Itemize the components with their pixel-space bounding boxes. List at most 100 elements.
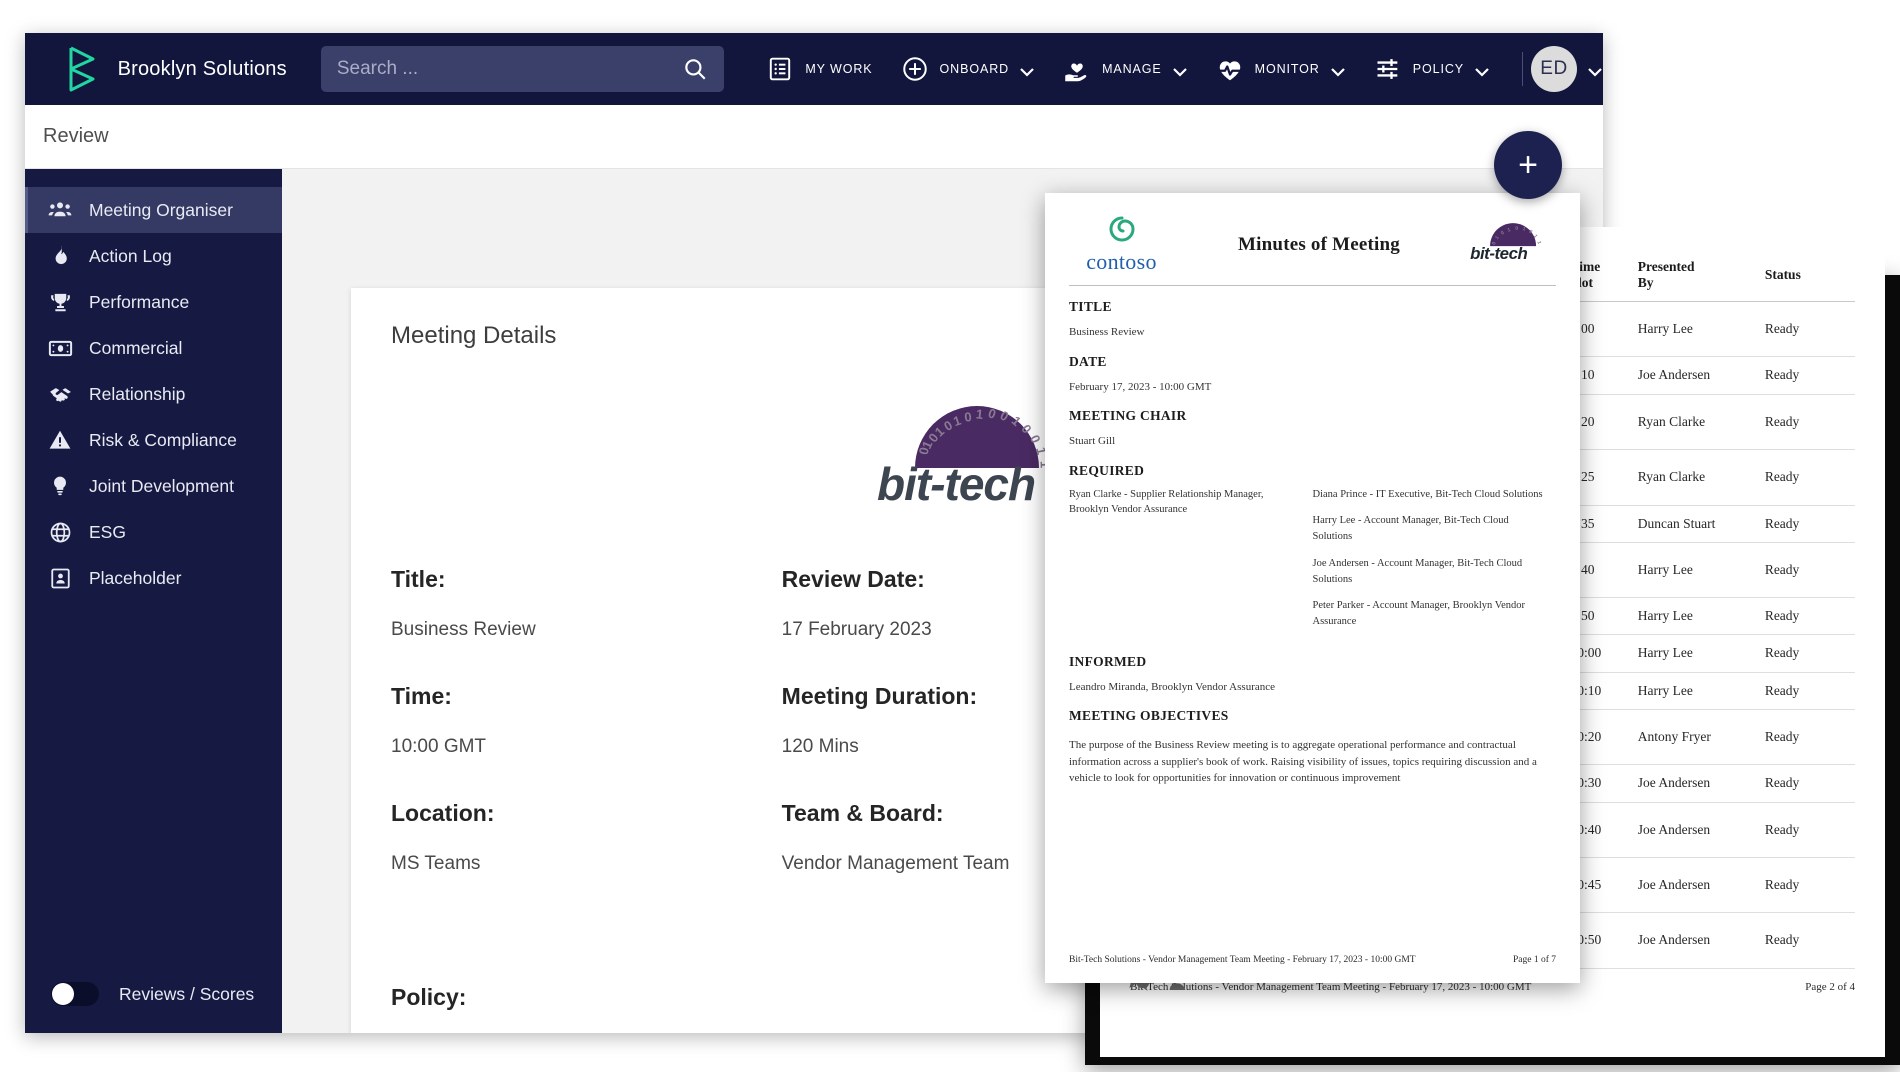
chevron-down-icon[interactable]	[1474, 64, 1490, 77]
cell-presented-by: Ryan Clarke	[1630, 449, 1758, 506]
cell-presented-by: Harry Lee	[1630, 634, 1758, 673]
contoso-logo: contoso	[1069, 215, 1174, 275]
cell-presented-by: Harry Lee	[1630, 672, 1758, 710]
cell-status: Ready	[1757, 449, 1855, 506]
reviews-scores-toggle-row: Reviews / Scores	[25, 955, 282, 1033]
add-button[interactable]: +	[1494, 131, 1562, 199]
footer-right: Page 1 of 7	[1512, 955, 1556, 965]
toggle-knob	[52, 983, 74, 1005]
nav-item-manage[interactable]: MANAGE	[1061, 53, 1188, 85]
sidebar-item-joint-development[interactable]: Joint Development	[25, 463, 282, 509]
field-value: 10:00 GMT	[391, 736, 487, 757]
trophy-icon	[47, 289, 73, 315]
section-heading-objectives: MEETING OBJECTIVES	[1069, 708, 1229, 724]
svg-text:0: 0	[1027, 433, 1044, 446]
toggle-label: Reviews / Scores	[119, 983, 255, 1004]
nav-label: ONBOARD	[939, 62, 1010, 76]
column-header-presented-by: Presented By	[1630, 253, 1758, 302]
nav-item-policy[interactable]: POLICY	[1372, 53, 1490, 85]
cell-status: Ready	[1757, 505, 1855, 543]
brooklyn-logo-icon[interactable]	[65, 46, 102, 92]
cell-status: Ready	[1757, 394, 1855, 451]
contoso-wordmark: contoso	[1086, 249, 1157, 274]
contact-card-icon	[47, 565, 73, 591]
avatar[interactable]: ED	[1531, 46, 1577, 92]
sidebar-item-label: ESG	[89, 521, 126, 542]
cell-presented-by: Harry Lee	[1630, 597, 1758, 636]
handshake-icon	[47, 381, 73, 407]
contoso-swirl-icon	[1109, 216, 1135, 242]
user-menu[interactable]: ED	[1531, 46, 1603, 92]
svg-text:1: 1	[1535, 240, 1542, 245]
section-body-title: Business Review	[1069, 326, 1145, 338]
field-value: MS Teams	[391, 853, 481, 874]
required-person: Ryan Clarke - Supplier Relationship Mana…	[1069, 488, 1264, 516]
nav-item-my-work[interactable]: MY WORK	[764, 53, 872, 85]
sidebar-item-label: Action Log	[89, 245, 172, 266]
chevron-down-icon[interactable]	[1587, 64, 1603, 77]
sidebar-item-action-log[interactable]: Action Log	[25, 233, 282, 279]
sidebar-item-meeting-organiser[interactable]: Meeting Organiser	[25, 187, 282, 233]
chevron-down-icon[interactable]	[1019, 64, 1035, 77]
nav-item-onboard[interactable]: ONBOARD	[899, 53, 1036, 85]
chevron-down-icon[interactable]	[1330, 64, 1346, 77]
section-body-date: February 17, 2023 - 10:00 GMT	[1069, 380, 1212, 393]
field-label: Time:	[391, 683, 452, 709]
sidebar-item-label: Commercial	[89, 337, 183, 358]
cell-status: Ready	[1757, 542, 1855, 599]
field-label: Policy:	[391, 984, 467, 1010]
cell-presented-by: Joe Andersen	[1630, 764, 1758, 803]
field-label: Title:	[391, 566, 446, 592]
sidebar-item-performance[interactable]: Performance	[25, 279, 282, 325]
warning-triangle-icon	[47, 427, 73, 453]
sidebar-item-relationship[interactable]: Relationship	[25, 371, 282, 417]
footer-left: Bit-Tech Solutions - Vendor Management T…	[1069, 955, 1416, 965]
sidebar-item-risk-compliance[interactable]: Risk & Compliance	[25, 417, 282, 463]
heart-pulse-icon	[1214, 53, 1246, 85]
sidebar-item-commercial[interactable]: Commercial	[25, 325, 282, 371]
required-person: Peter Parker - Account Manager, Brooklyn…	[1312, 600, 1526, 627]
breadcrumb[interactable]: Review	[43, 125, 109, 148]
cell-status: Ready	[1757, 634, 1855, 673]
svg-text:bit-tech: bit-tech	[1470, 244, 1527, 263]
minutes-document: contoso Minutes of Meeting 0 1 0 1 0 1 0…	[1045, 193, 1580, 983]
breadcrumb-bar: Review	[25, 105, 1603, 169]
minutes-document-footer: Bit-Tech Solutions - Vendor Management T…	[1069, 955, 1556, 965]
cell-status: Ready	[1757, 356, 1855, 395]
reviews-scores-toggle[interactable]	[51, 982, 99, 1006]
cell-status: Ready	[1757, 672, 1855, 710]
cell-presented-by: Duncan Stuart	[1630, 505, 1758, 543]
required-person: Diana Prince - IT Executive, Bit-Tech Cl…	[1312, 488, 1543, 500]
sidebar-item-esg[interactable]: ESG	[25, 509, 282, 555]
header-line-1: Presented	[1637, 259, 1695, 274]
nav-label: POLICY	[1412, 62, 1464, 76]
column-header-status: Status	[1757, 253, 1855, 302]
search-icon[interactable]	[682, 56, 708, 82]
sidebar-item-placeholder[interactable]: Placeholder	[25, 555, 282, 601]
sidebar-item-label: Performance	[89, 291, 190, 312]
nav-item-monitor[interactable]: MONITOR	[1214, 53, 1346, 85]
cell-presented-by: Joe Andersen	[1630, 912, 1758, 969]
minutes-title: Minutes of Meeting	[1238, 234, 1400, 255]
people-icon	[47, 197, 73, 223]
cell-presented-by: Joe Andersen	[1630, 857, 1758, 914]
nav-menu: MY WORK ONBOARD MANAGE MONITOR POLICY ED	[764, 46, 1603, 92]
screen-root: Brooklyn Solutions Search ... MY WORK ON…	[0, 0, 1900, 1072]
sliders-icon	[1372, 53, 1404, 85]
svg-text:0: 0	[1515, 225, 1518, 231]
flame-icon	[47, 243, 73, 269]
cell-presented-by: Harry Lee	[1630, 542, 1758, 599]
section-heading-meeting-chair: MEETING CHAIR	[1069, 408, 1187, 423]
bit-tech-logo-small: 0 1 0 1 0 1 0 1 1 bit-tech	[1464, 221, 1556, 270]
section-body-meeting-chair: Stuart Gill	[1069, 435, 1116, 447]
nav-label: MONITOR	[1254, 62, 1320, 76]
nav-label: MY WORK	[805, 62, 873, 76]
minutes-document-header: contoso Minutes of Meeting 0 1 0 1 0 1 0…	[1069, 215, 1556, 286]
chevron-down-icon[interactable]	[1172, 64, 1188, 77]
sidebar-item-label: Meeting Organiser	[89, 199, 233, 220]
search-input[interactable]: Search ...	[320, 46, 725, 92]
section-body-objectives: The purpose of the Business Review meeti…	[1069, 739, 1537, 785]
nav-label: MANAGE	[1102, 62, 1162, 76]
section-heading-title: TITLE	[1069, 299, 1112, 314]
section-heading-required: REQUIRED	[1069, 462, 1145, 478]
